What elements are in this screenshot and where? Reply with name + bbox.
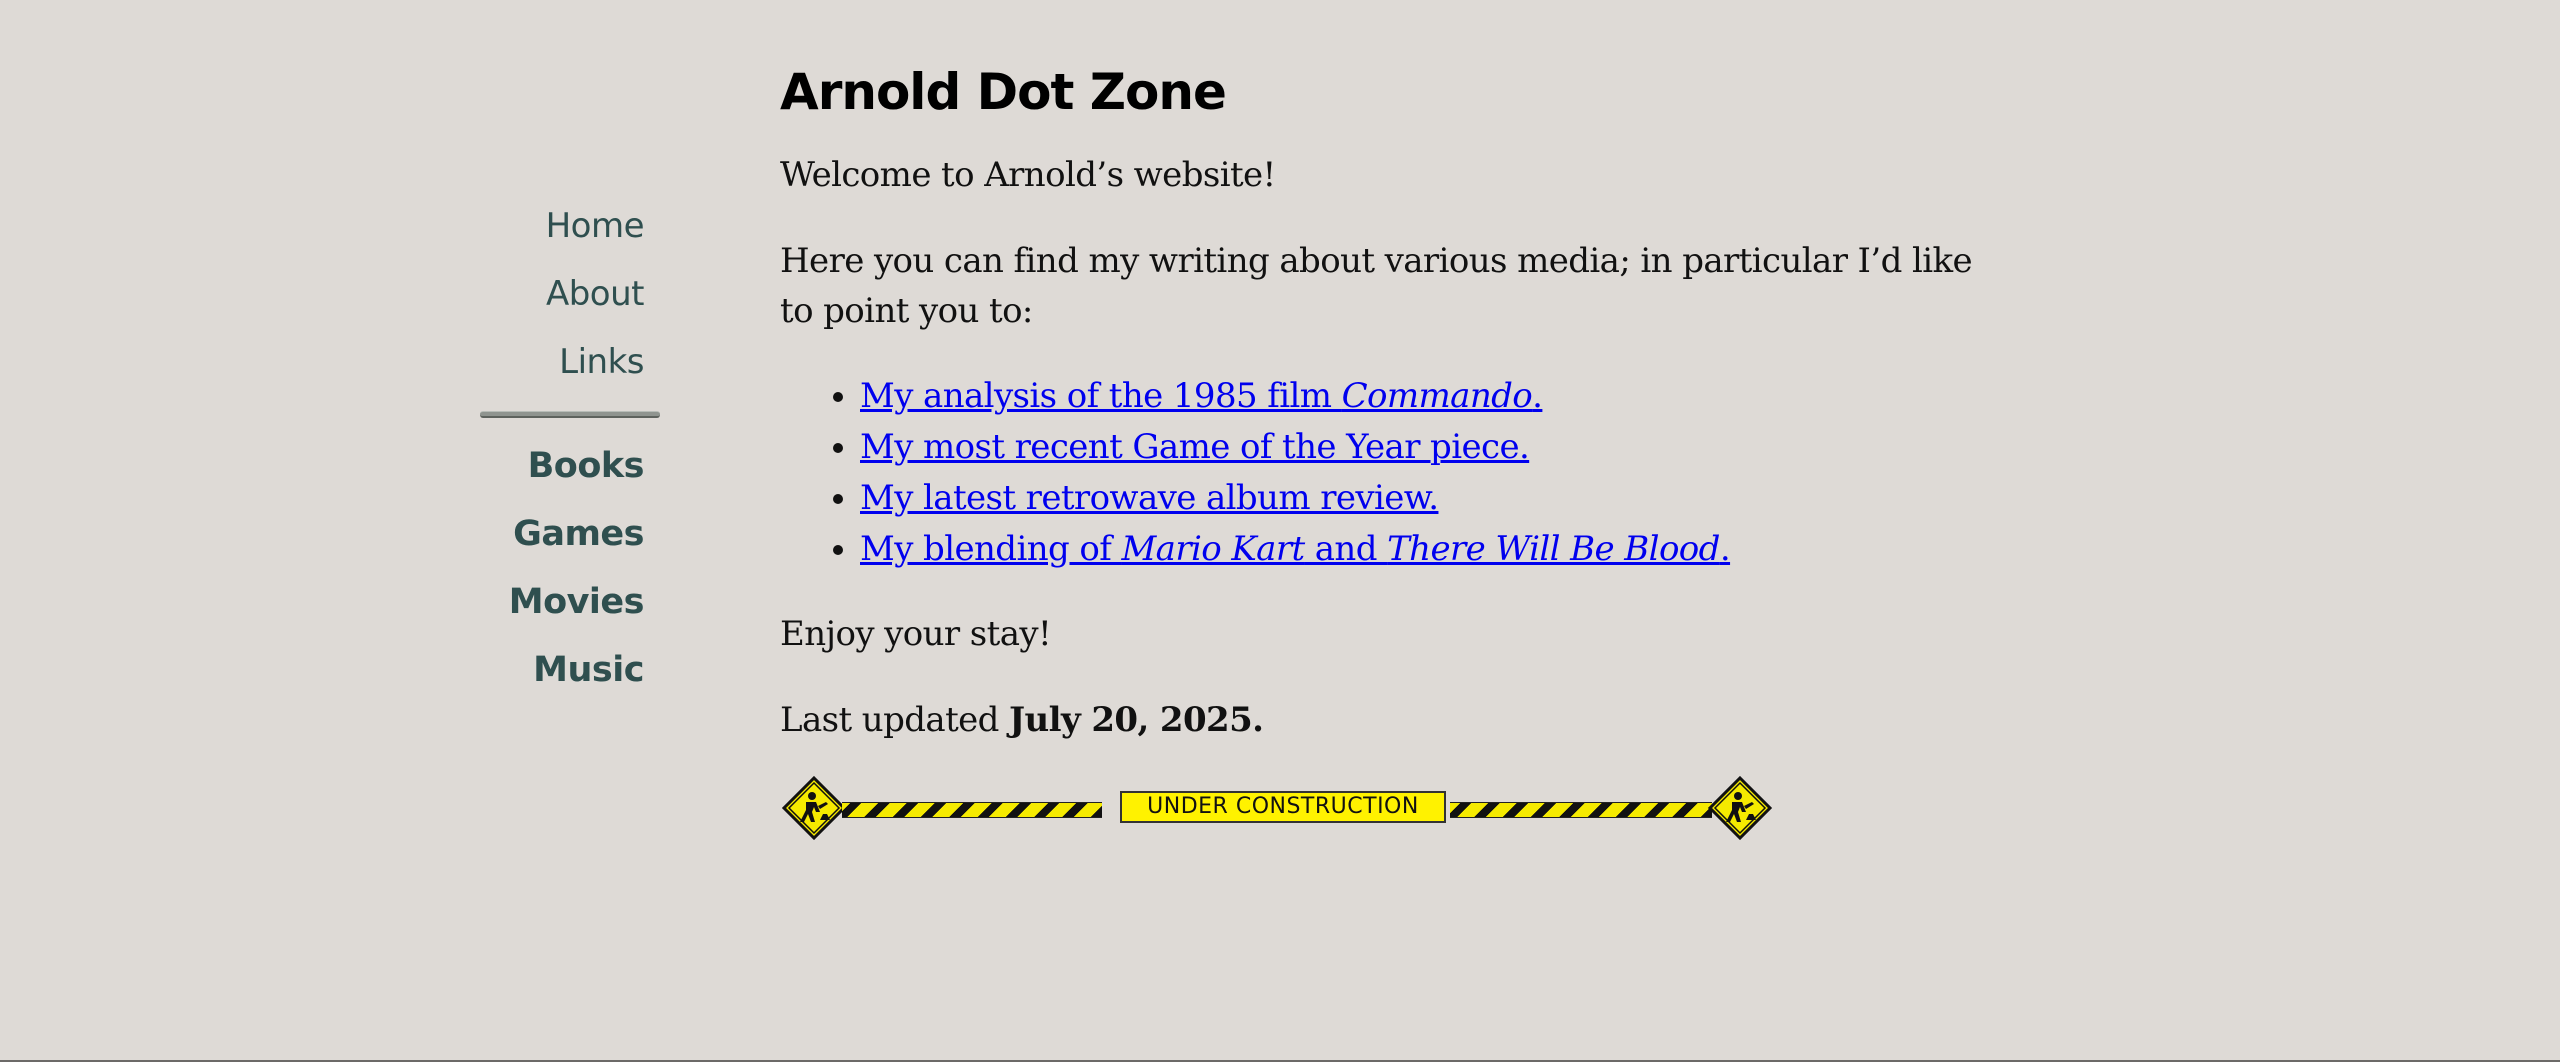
link-title-italic: Mario Kart xyxy=(1121,529,1305,569)
hazard-stripe-right xyxy=(1450,802,1712,818)
nav-about-link[interactable]: About xyxy=(478,260,645,328)
mario-kart-blending-link[interactable]: My blending of Mario Kart and There Will… xyxy=(860,529,1731,569)
sidebar-nav: Home About Links Books Games Movies Musi… xyxy=(478,192,660,704)
link-text: . xyxy=(1532,376,1543,416)
page-title: Arnold Dot Zone xyxy=(780,63,1227,121)
link-text: and xyxy=(1304,529,1388,569)
under-construction-banner: UNDER CONSTRUCTION xyxy=(780,773,1780,843)
intro-text: Here you can find my writing about vario… xyxy=(780,241,1973,331)
last-updated: Last updated July 20, 2025. xyxy=(780,695,1980,745)
main-content: Arnold Dot Zone Welcome to Arnold’s webs… xyxy=(780,56,1980,843)
nav-books-link[interactable]: Books xyxy=(478,432,645,500)
enjoy-text: Enjoy your stay! xyxy=(780,614,1052,654)
nav-movies-link[interactable]: Movies xyxy=(478,568,645,636)
nav-home-link[interactable]: Home xyxy=(478,192,645,260)
nav-games-link[interactable]: Games xyxy=(478,500,644,568)
link-title-italic: There Will Be Blood xyxy=(1387,529,1720,569)
list-item: My most recent Game of the Year piece. xyxy=(860,422,1980,473)
list-item: My analysis of the 1985 film Commando. xyxy=(860,371,1980,422)
link-text: My analysis of the 1985 film xyxy=(860,376,1342,416)
list-item: My blending of Mario Kart and There Will… xyxy=(860,524,1980,575)
construction-worker-icon xyxy=(782,776,846,840)
link-text: My blending of xyxy=(860,529,1122,569)
under-construction-label: UNDER CONSTRUCTION xyxy=(1120,791,1446,823)
last-updated-label: Last updated xyxy=(780,700,1010,740)
welcome-text: Welcome to Arnold’s website! xyxy=(780,155,1276,195)
construction-worker-icon xyxy=(1708,776,1772,840)
nav-music-link[interactable]: Music xyxy=(478,636,644,704)
featured-links-list: My analysis of the 1985 film Commando. M… xyxy=(780,371,1980,575)
nav-links-link[interactable]: Links xyxy=(478,328,644,396)
game-of-the-year-link[interactable]: My most recent Game of the Year piece. xyxy=(860,427,1530,467)
link-title-italic: Commando xyxy=(1341,376,1533,416)
last-updated-date: July 20, 2025. xyxy=(1009,700,1264,740)
nav-divider xyxy=(480,411,660,418)
hazard-stripe-left xyxy=(842,802,1102,818)
commando-analysis-link[interactable]: My analysis of the 1985 film Commando. xyxy=(860,376,1543,416)
link-text: . xyxy=(1719,529,1731,569)
list-item: My latest retrowave album review. xyxy=(860,473,1980,524)
retrowave-review-link[interactable]: My latest retrowave album review. xyxy=(860,478,1439,518)
